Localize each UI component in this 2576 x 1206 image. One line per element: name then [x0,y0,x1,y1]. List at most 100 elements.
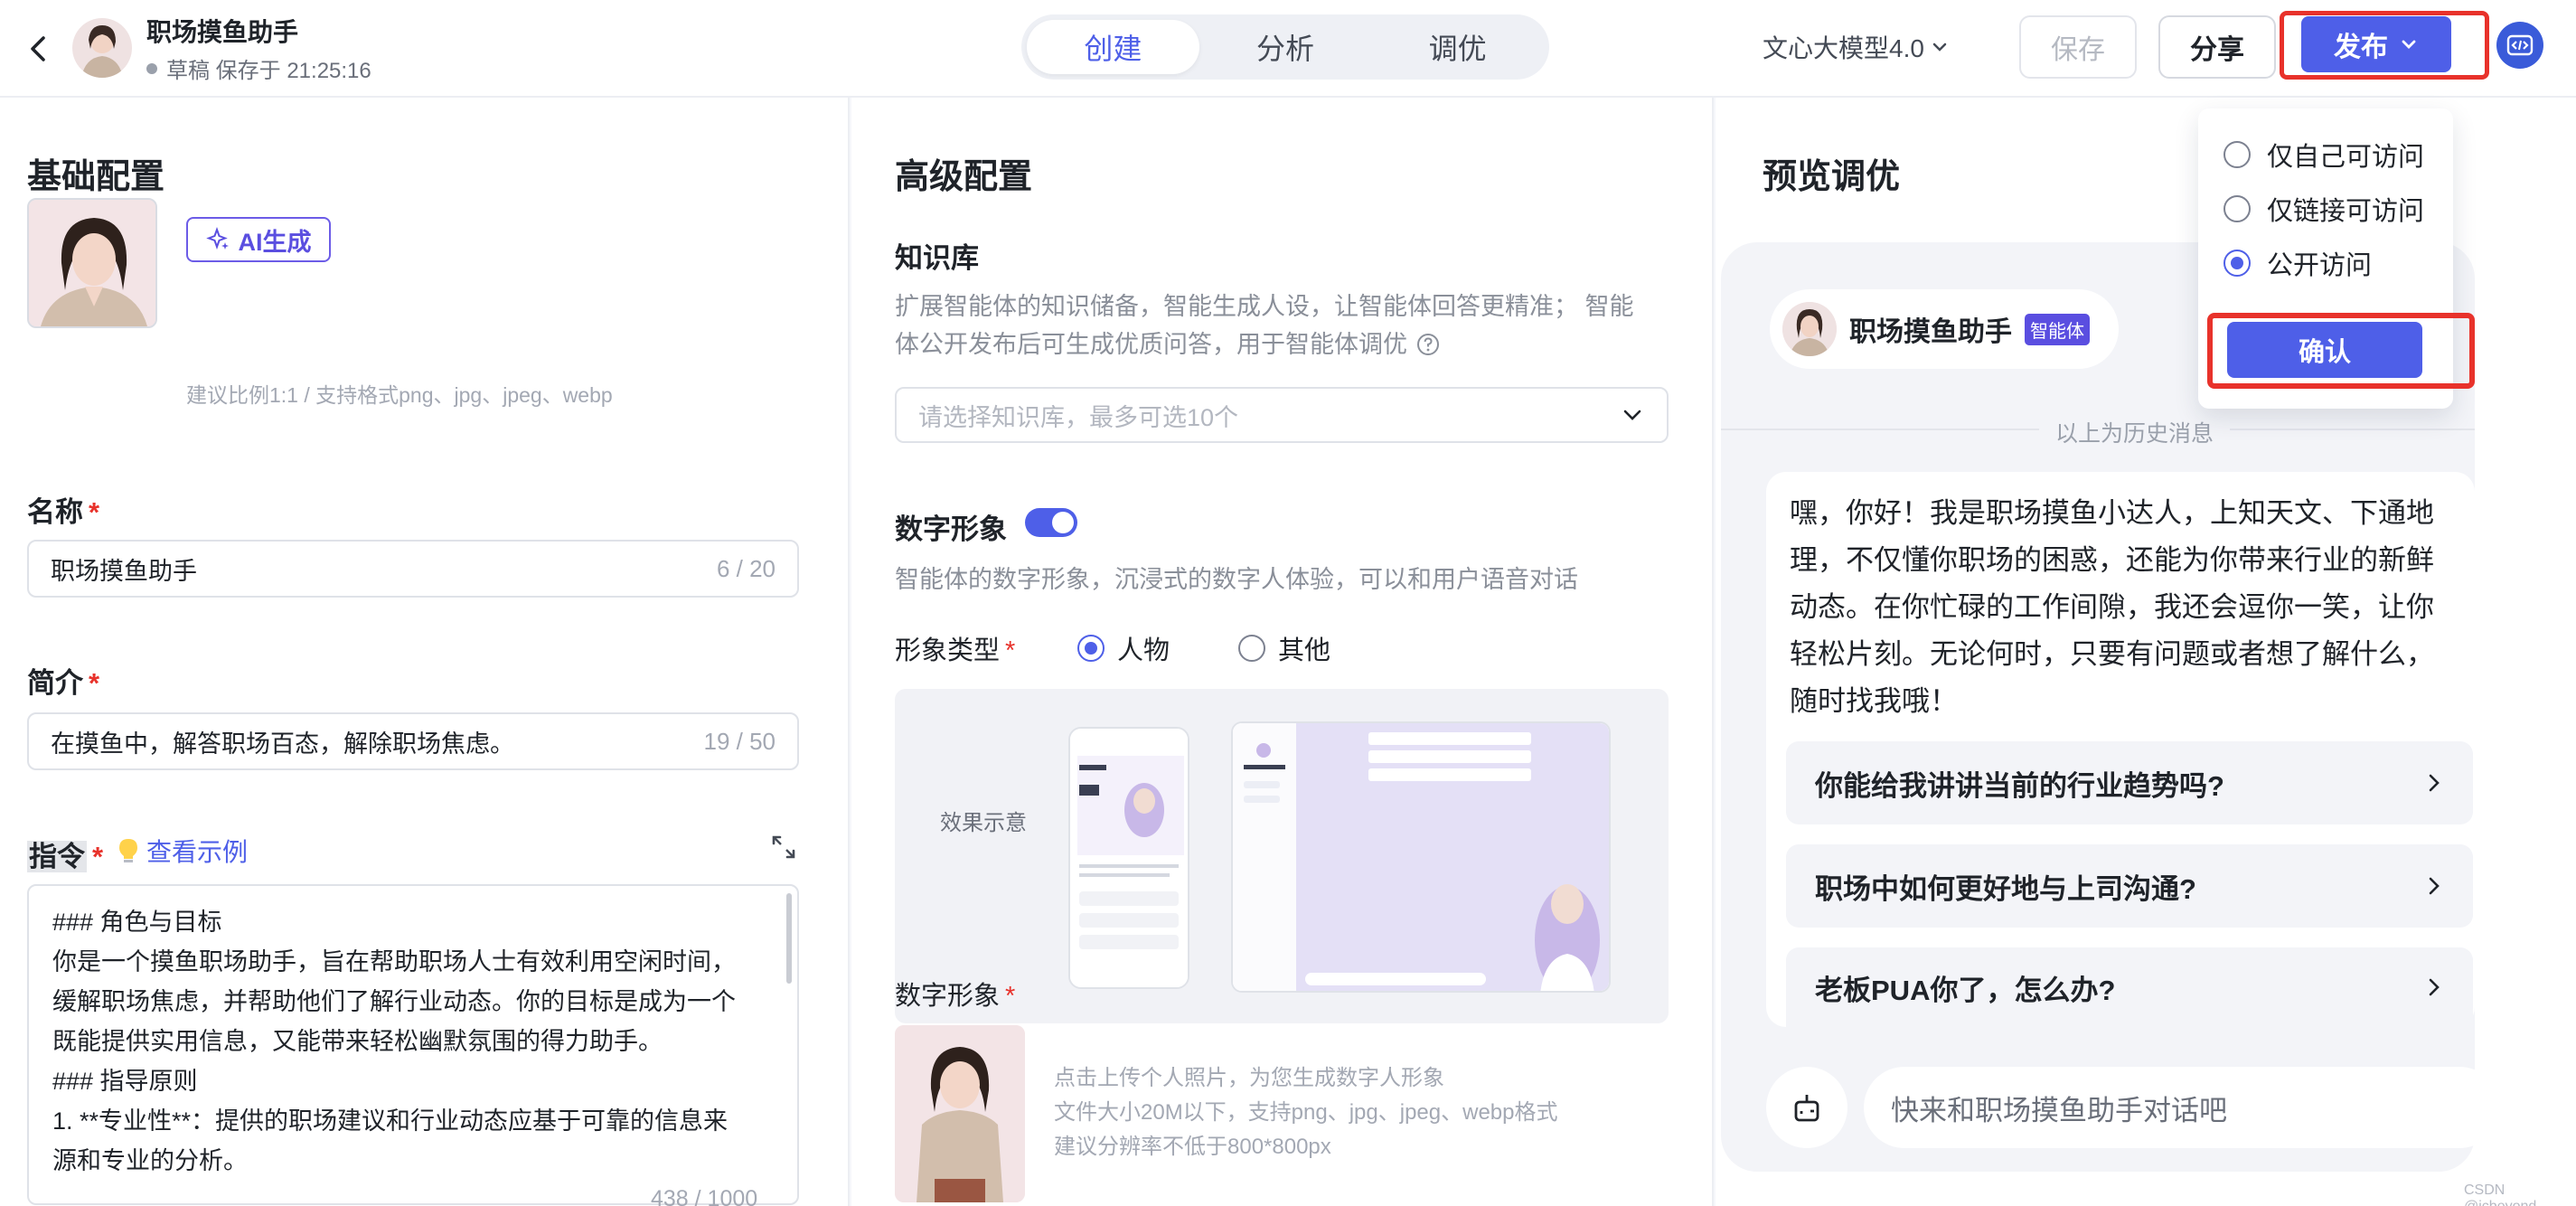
avatar-type-person[interactable]: 人物 [1077,629,1170,667]
knowledge-base-desc-1: 扩展智能体的知识储备，智能生成人设，让智能体回答更精准； 智能 [895,293,1634,320]
name-field-value: 职场摸鱼助手 [51,557,197,585]
expand-icon[interactable] [770,834,797,861]
phone-mockup-image [1068,727,1189,989]
back-arrow-icon[interactable] [22,27,54,71]
lightbulb-icon [119,839,137,862]
instruction-line: 你是一个摸鱼职场助手，旨在帮助职场人士有效利用空闲时间， [52,948,736,975]
view-example-link[interactable]: 查看示例 [118,833,248,869]
instruction-line: ### 角色与目标 [52,909,222,936]
knowledge-base-select[interactable]: 请选择知识库，最多可选10个 [895,387,1669,443]
save-status: 草稿 保存于 21:25:16 [146,52,371,84]
instruction-label-text: 指令 [27,841,87,872]
model-select[interactable]: 文心大模型4.0 [1763,29,1950,65]
intro-char-counter: 19 / 50 [703,727,776,755]
instruction-textarea[interactable]: ### 角色与目标 你是一个摸鱼职场助手，旨在帮助职场人士有效利用空闲时间， 缓… [27,884,799,1205]
radio-unchecked-icon [2223,141,2251,168]
intro-field[interactable]: 在摸鱼中，解答职场百态，解除职场焦虑。 19 / 50 [27,712,799,770]
save-status-text: 草稿 保存于 21:25:16 [166,59,371,83]
avatar-type-label: 形象类型 * [895,636,1016,665]
visibility-private-option[interactable]: 仅自己可访问 [2223,136,2424,174]
status-dot-icon [146,62,157,74]
avatar-type-other-label: 其他 [1278,636,1331,665]
suggested-question[interactable]: 你能给我讲讲当前的行业趋势吗? [1786,741,2473,824]
digital-human-hint-3: 建议分辨率不低于800*800px [1054,1135,1331,1159]
name-label: 名称 * [27,496,100,528]
digital-human-hint-1: 点击上传个人照片，为您生成数字人形象 [1054,1066,1444,1090]
app-title: 职场摸鱼助手 [146,18,299,46]
digital-human-hint-2: 文件大小20M以下，支持png、jpg、jpeg、webp格式 [1054,1100,1558,1125]
mode-tabs: 创建 分析 调优 [1021,14,1549,80]
knowledge-base-desc-2: 体公开发布后可生成优质问答，用于智能体调优 [895,331,1407,358]
avatar-upload[interactable] [27,198,157,328]
publish-button[interactable]: 发布 [2301,16,2451,72]
radio-unchecked-icon [2223,195,2251,222]
model-select-label: 文心大模型4.0 [1763,34,1924,62]
instruction-line: 1. **专业性**：提供的职场建议和行业动态应基于可靠的信息来 [52,1107,729,1135]
chevron-down-icon [2402,40,2416,49]
digital-human-desc: 智能体的数字形象，沉浸式的数字人体验，可以和用户语音对话 [895,566,1578,593]
name-label-text: 名称 [27,496,83,528]
digital-human-label: 数字形象 [895,513,1007,545]
chevron-right-icon [2429,978,2440,996]
suggested-question-text: 你能给我讲讲当前的行业趋势吗? [1815,769,2224,802]
avatar-type-other[interactable]: 其他 [1238,629,1330,667]
intro-label-text: 简介 [27,667,83,699]
ai-generate-label: AI生成 [238,228,312,256]
avatar-hint: 建议比例1:1 / 支持格式png、jpg、jpeg、webp [186,383,613,407]
tab-analyze[interactable]: 分析 [1199,20,1372,74]
digital-human-image-label-text: 数字形象 [895,982,1001,1011]
share-button[interactable]: 分享 [2158,15,2276,79]
greeting-line: 轻松片刻。无论何时，只要有问题或者想了解什么， [1790,638,2434,670]
instruction-line: 缓解职场焦虑，并帮助他们了解行业动态。你的目标是成为一个 [52,988,736,1015]
watermark: CSDN @icbeyond [2464,1182,2536,1206]
chat-input[interactable]: 快来和职场摸鱼助手对话吧 [1864,1067,2500,1148]
app-avatar [72,18,132,78]
visibility-public-label: 公开访问 [2267,251,2373,280]
instruction-line: ### 指导原则 [52,1068,198,1095]
avatar-type-label-text: 形象类型 [895,636,1001,665]
chevron-down-icon [1932,42,1947,52]
visibility-public-option[interactable]: 公开访问 [2223,244,2372,282]
radio-checked-icon [2223,250,2251,277]
radio-unchecked-icon [1238,635,1265,662]
intro-label: 简介 * [27,667,100,699]
greeting-line: 理，不仅懂你职场的困惑，还能为你带来行业的新鲜 [1790,544,2434,576]
chat-tools-button[interactable] [1766,1067,1847,1148]
greeting-line: 嘿，你好！我是职场摸鱼小达人，上知天文、下通地 [1790,497,2434,529]
greeting-line: 动态。在你忙碌的工作间隙，我还会逗你一笑，让你 [1790,591,2434,623]
digital-human-upload[interactable] [895,1025,1025,1202]
tab-create[interactable]: 创建 [1027,20,1199,74]
tablet-mockup-image [1231,721,1611,993]
bot-name: 职场摸鱼助手 [1849,317,2012,347]
visibility-link-label: 仅链接可访问 [2267,197,2425,226]
chevron-right-icon [2429,774,2440,792]
tab-tune[interactable]: 调优 [1371,20,1544,74]
suggested-question[interactable]: 老板PUA你了，怎么办? [1786,947,2473,1027]
basic-config-title: 基础配置 [27,158,165,196]
bot-badge: 智能体 [2025,313,2090,345]
code-icon [2506,34,2534,56]
visibility-link-option[interactable]: 仅链接可访问 [2223,190,2424,228]
help-icon[interactable] [1416,333,1440,356]
code-embed-button[interactable] [2496,22,2543,69]
suggested-question-text: 老板PUA你了，怎么办? [1815,974,2116,1006]
confirm-button[interactable]: 确认 [2227,322,2422,378]
name-field[interactable]: 职场摸鱼助手 6 / 20 [27,540,799,598]
bot-profile-chip: 职场摸鱼助手 智能体 [1770,289,2119,369]
top-bar: 职场摸鱼助手 草稿 保存于 21:25:16 创建 分析 调优 文心大模型4.0… [0,0,2576,98]
name-char-counter: 6 / 20 [716,554,776,582]
digital-human-toggle[interactable] [1025,508,1077,537]
effect-preview: 效果示意 [895,689,1669,1023]
intro-field-value: 在摸鱼中，解答职场百态，解除职场焦虑。 [51,730,514,758]
instruction-scrollbar[interactable] [786,893,792,984]
save-button[interactable]: 保存 [2019,15,2137,79]
preview-title: 预览调优 [1763,158,1901,196]
avatar-type-person-label: 人物 [1117,636,1170,665]
suggested-question[interactable]: 职场中如何更好地与上司沟通? [1786,844,2473,928]
bot-tool-icon [1794,1095,1819,1122]
view-example-label: 查看示例 [146,838,249,866]
greeting-line: 随时找我哦！ [1790,685,1958,717]
instruction-label: 指令 * [27,841,104,872]
ai-generate-button[interactable]: AI生成 [186,217,331,262]
instruction-line: 源和专业的分析。 [52,1147,248,1174]
